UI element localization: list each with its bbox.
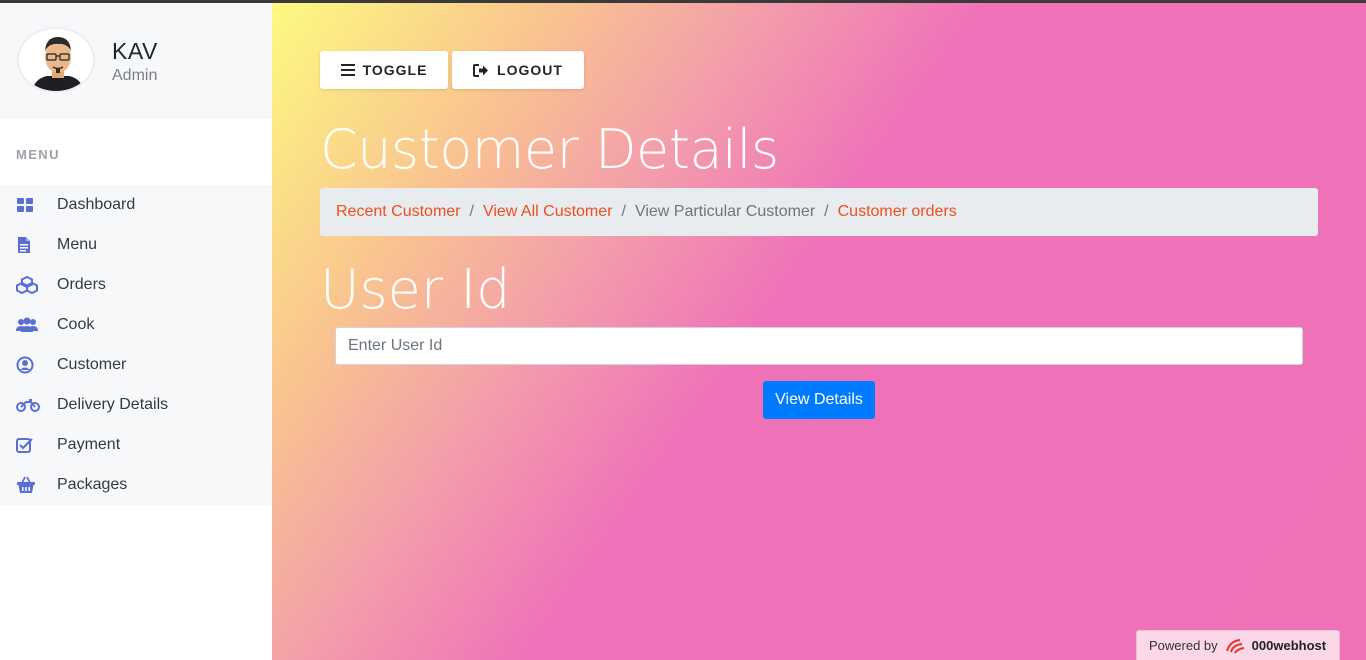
cubes-icon <box>0 276 57 294</box>
sidebar-item-label: Orders <box>57 276 106 293</box>
check-square-icon <box>0 437 57 453</box>
top-border <box>0 0 1366 3</box>
breadcrumb-separator: / <box>824 203 829 220</box>
breadcrumb-customer-orders[interactable]: Customer orders <box>838 203 957 221</box>
user-id-input[interactable] <box>335 327 1303 365</box>
menu-heading: MENU <box>16 147 60 162</box>
sidebar-item-label: Cook <box>57 316 95 333</box>
sidebar-item-delivery-details[interactable]: Delivery Details <box>0 385 272 425</box>
sidebar-item-packages[interactable]: Packages <box>0 465 272 505</box>
sidebar-item-menu[interactable]: Menu <box>0 225 272 265</box>
avatar <box>17 27 95 93</box>
breadcrumb: Recent Customer / View All Customer / Vi… <box>320 188 1318 236</box>
sidebar-item-label: Menu <box>57 236 98 253</box>
sign-out-icon <box>473 63 489 77</box>
profile-card: KAV Admin <box>0 3 272 119</box>
sidebar-item-orders[interactable]: Orders <box>0 265 272 305</box>
breadcrumb-separator: / <box>621 203 626 220</box>
user-id-heading: User Id <box>320 258 511 321</box>
menu-icon <box>340 64 355 76</box>
sidebar-item-label: Packages <box>57 476 128 493</box>
breadcrumb-separator: / <box>469 203 474 220</box>
sidebar-item-label: Customer <box>57 356 127 373</box>
dashboard-icon <box>0 197 57 213</box>
sidebar-item-payment[interactable]: Payment <box>0 425 272 465</box>
toggle-button[interactable]: TOGGLE <box>320 51 448 89</box>
powered-by-label: Powered by <box>1149 638 1218 653</box>
basket-icon <box>0 476 57 494</box>
sidebar-item-label: Payment <box>57 436 121 453</box>
users-icon <box>0 317 57 333</box>
powered-by-badge[interactable]: Powered by 000webhost <box>1136 630 1340 660</box>
sidebar-item-label: Delivery Details <box>57 396 169 413</box>
sidebar-nav: Dashboard Menu Orders Cook Customer Deli… <box>0 185 272 505</box>
breadcrumb-view-particular-customer: View Particular Customer <box>634 203 816 220</box>
logout-button-label: LOGOUT <box>497 62 563 78</box>
sidebar: KAV Admin MENU Dashboard Menu Orders Coo… <box>0 3 272 660</box>
webhost-logo-icon <box>1225 638 1244 654</box>
toggle-button-label: TOGGLE <box>362 62 428 78</box>
profile-role: Admin <box>112 67 158 84</box>
document-icon <box>0 236 57 254</box>
breadcrumb-recent-customer[interactable]: Recent Customer <box>336 203 461 221</box>
sidebar-item-dashboard[interactable]: Dashboard <box>0 185 272 225</box>
view-details-button[interactable]: View Details <box>763 381 875 419</box>
profile-name: KAV <box>112 38 158 64</box>
sidebar-item-label: Dashboard <box>57 196 136 213</box>
page-title: Customer Details <box>320 118 779 181</box>
sidebar-item-customer[interactable]: Customer <box>0 345 272 385</box>
powered-by-brand: 000webhost <box>1251 638 1327 653</box>
motorcycle-icon <box>0 398 57 412</box>
logout-button[interactable]: LOGOUT <box>452 51 584 89</box>
sidebar-item-cook[interactable]: Cook <box>0 305 272 345</box>
main-content: TOGGLE LOGOUT Customer Details Recent Cu… <box>272 3 1366 660</box>
breadcrumb-view-all-customer[interactable]: View All Customer <box>483 203 613 221</box>
user-circle-icon <box>0 356 57 374</box>
